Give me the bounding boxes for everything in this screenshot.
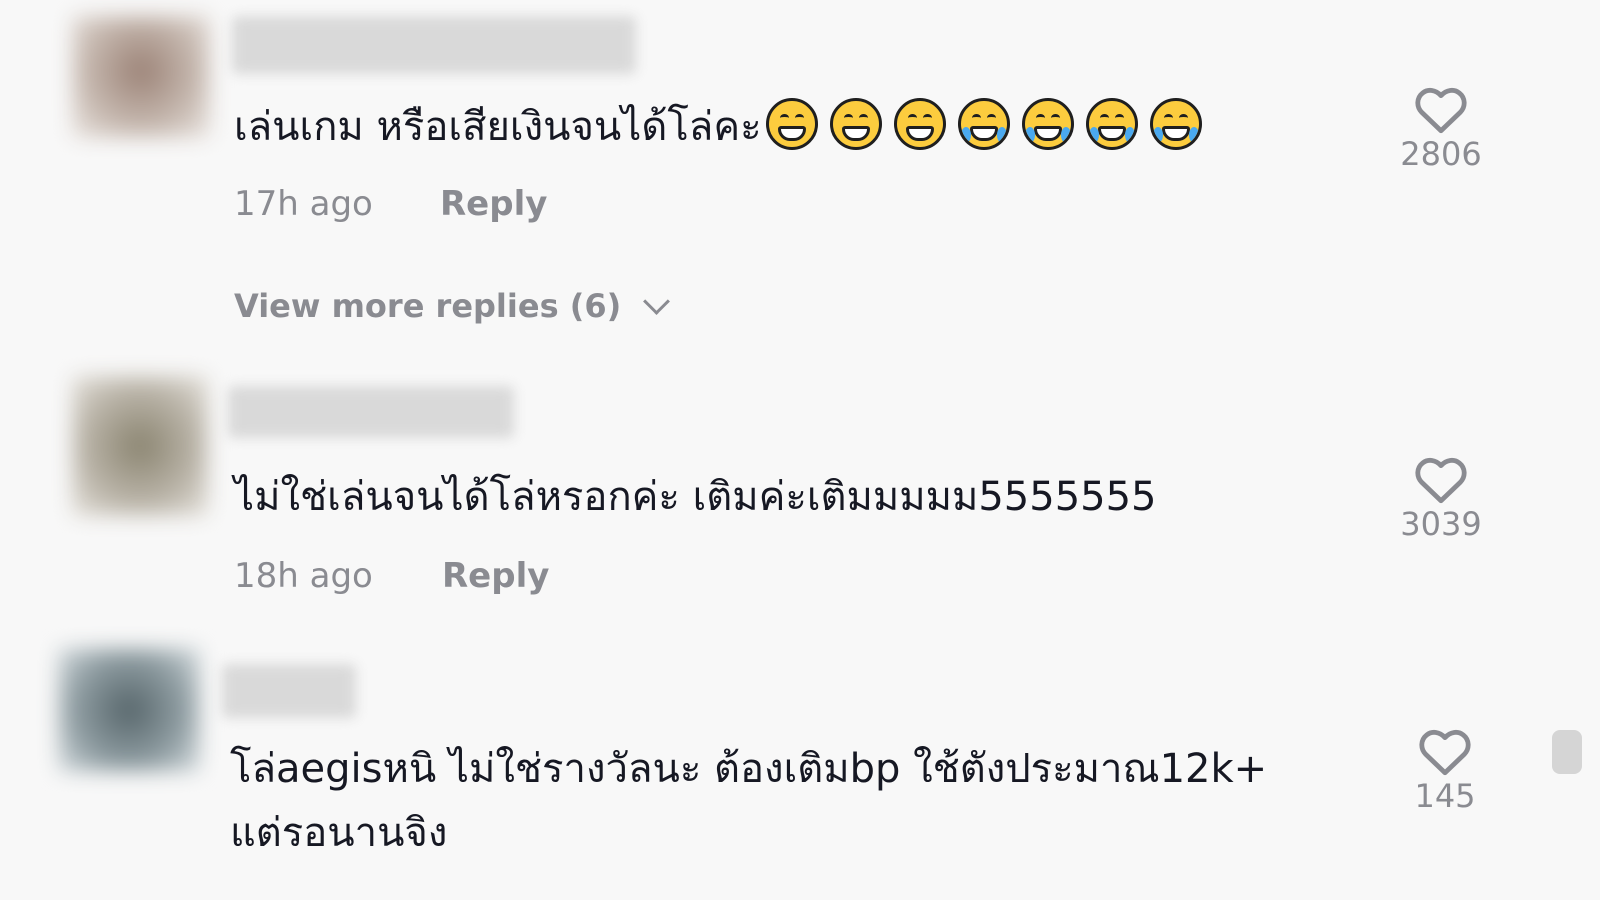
heart-icon (1419, 729, 1471, 776)
grin-icon (893, 98, 946, 150)
grin-icon (829, 98, 882, 150)
comment-text: เล่นเกม หรือเสียเงินจนได้โล่คะ (234, 94, 1202, 160)
view-more-replies-button[interactable]: View more replies (6) (234, 286, 671, 326)
comment-timestamp: 18h ago (234, 556, 373, 596)
view-more-label: View more replies (6) (234, 287, 622, 325)
grin-icon (765, 98, 818, 150)
comment-body-line2: แต่รอนานจิง (230, 810, 448, 856)
like-button[interactable]: 145 (1390, 728, 1500, 816)
avatar[interactable] (72, 376, 208, 516)
username-blurred[interactable] (222, 664, 356, 718)
like-count: 145 (1414, 777, 1476, 815)
reply-button[interactable]: Reply (442, 556, 549, 596)
avatar[interactable] (72, 16, 210, 138)
comment-body-line1: โล่aegisหนิ ไม่ใช่รางวัลนะ ต้องเติมbp ใช… (230, 746, 1268, 792)
heart-icon (1415, 87, 1467, 134)
like-button[interactable]: 2806 (1386, 86, 1496, 174)
chevron-down-icon (643, 288, 671, 315)
like-button[interactable]: 3039 (1386, 456, 1496, 544)
joy-icon (1021, 98, 1074, 150)
joy-icon (1149, 98, 1202, 150)
heart-icon (1415, 457, 1467, 504)
username-blurred[interactable] (228, 386, 514, 438)
joy-icon (1085, 98, 1138, 150)
like-count: 3039 (1400, 505, 1482, 543)
avatar[interactable] (58, 648, 200, 772)
reply-button[interactable]: Reply (440, 184, 547, 224)
comment-body: ไม่ใช่เล่นจนได้โล่หรอกค่ะ เติมค่ะเติมมมม… (234, 474, 1157, 520)
comment-timestamp: 17h ago (234, 184, 373, 224)
scrollbar-thumb[interactable] (1552, 730, 1582, 774)
username-blurred[interactable] (232, 16, 636, 74)
comment-body: เล่นเกม หรือเสียเงินจนได้โล่คะ (234, 104, 762, 150)
like-count: 2806 (1400, 135, 1482, 173)
joy-icon (957, 98, 1010, 150)
